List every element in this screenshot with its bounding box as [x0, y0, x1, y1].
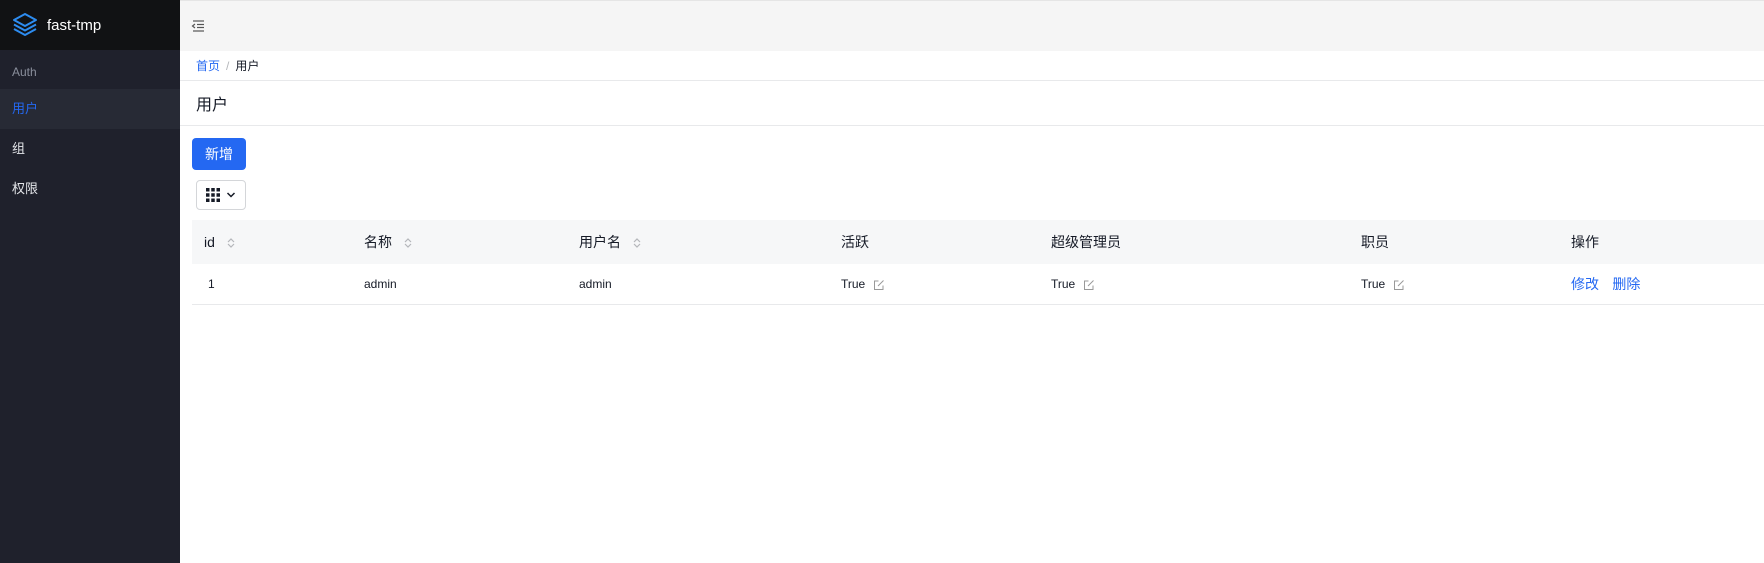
nav-group-auth: Auth	[12, 65, 37, 79]
column-header-actions: 操作	[1571, 234, 1599, 250]
breadcrumb: 首页 / 用户	[180, 51, 1764, 81]
column-header-superuser: 超级管理员	[1051, 234, 1121, 250]
column-header-name[interactable]: 名称	[352, 220, 567, 264]
sidebar-item-groups[interactable]: 组	[0, 129, 180, 169]
layers-logo-icon	[13, 13, 37, 36]
cell-actions: 修改 删除	[1559, 264, 1764, 305]
table-header-row: id 名称 用户名 活跃 超级管理员 职员 操作	[192, 220, 1764, 264]
edit-button[interactable]: 修改	[1571, 276, 1599, 292]
sidebar-item-permissions[interactable]: 权限	[0, 169, 180, 209]
app-root: fast-tmp Auth 用户 组 权限 首页 / 用户 用户 新增 id 名…	[0, 0, 1764, 563]
breadcrumb-current: 用户	[235, 59, 260, 73]
grid-icon	[206, 188, 220, 202]
cell-staff: True	[1349, 264, 1559, 305]
chevron-down-icon	[226, 192, 236, 198]
delete-button[interactable]: 删除	[1612, 276, 1640, 292]
column-header-username[interactable]: 用户名	[567, 220, 829, 264]
cell-active-value: True	[841, 276, 866, 291]
cell-name: admin	[352, 264, 567, 305]
edit-icon[interactable]	[873, 279, 885, 291]
column-header-label: id	[204, 234, 215, 250]
column-header-label: 名称	[364, 234, 392, 250]
topbar	[180, 0, 1764, 51]
edit-icon[interactable]	[1393, 279, 1405, 291]
sort-icon[interactable]	[633, 237, 641, 249]
sort-icon[interactable]	[227, 237, 235, 249]
cell-active: True	[829, 264, 1039, 305]
column-toggle-button[interactable]	[196, 180, 246, 210]
cell-username: admin	[567, 264, 829, 305]
brand[interactable]: fast-tmp	[0, 0, 180, 50]
add-button[interactable]: 新增	[192, 138, 246, 170]
column-header-active: 活跃	[841, 234, 869, 250]
edit-icon[interactable]	[1083, 279, 1095, 291]
users-table: id 名称 用户名 活跃 超级管理员 职员 操作 1 admin admin T…	[192, 220, 1764, 305]
sidebar: fast-tmp Auth 用户 组 权限	[0, 0, 180, 563]
column-header-id[interactable]: id	[192, 220, 352, 264]
sort-icon[interactable]	[404, 237, 412, 249]
page-title: 用户	[180, 81, 1764, 126]
cell-staff-value: True	[1361, 276, 1386, 291]
cell-id: 1	[192, 264, 352, 305]
cell-superuser-value: True	[1051, 276, 1076, 291]
content: 新增 id 名称 用户名 活跃 超级管理员 职员 操作 1 admin admi…	[180, 126, 1764, 305]
breadcrumb-home-link[interactable]: 首页	[196, 57, 220, 74]
app-title: fast-tmp	[47, 16, 102, 34]
breadcrumb-separator: /	[226, 58, 230, 73]
table-row: 1 admin admin True True True 修改 删除	[192, 264, 1764, 305]
column-header-staff: 职员	[1361, 234, 1389, 250]
main-area: 首页 / 用户 用户 新增 id 名称 用户名 活跃 超级管理员 职员 操作 1…	[180, 0, 1764, 563]
column-header-label: 用户名	[579, 234, 621, 250]
cell-superuser: True	[1039, 264, 1349, 305]
sidebar-item-users[interactable]: 用户	[0, 89, 180, 129]
collapse-sidebar-icon[interactable]	[190, 18, 206, 34]
